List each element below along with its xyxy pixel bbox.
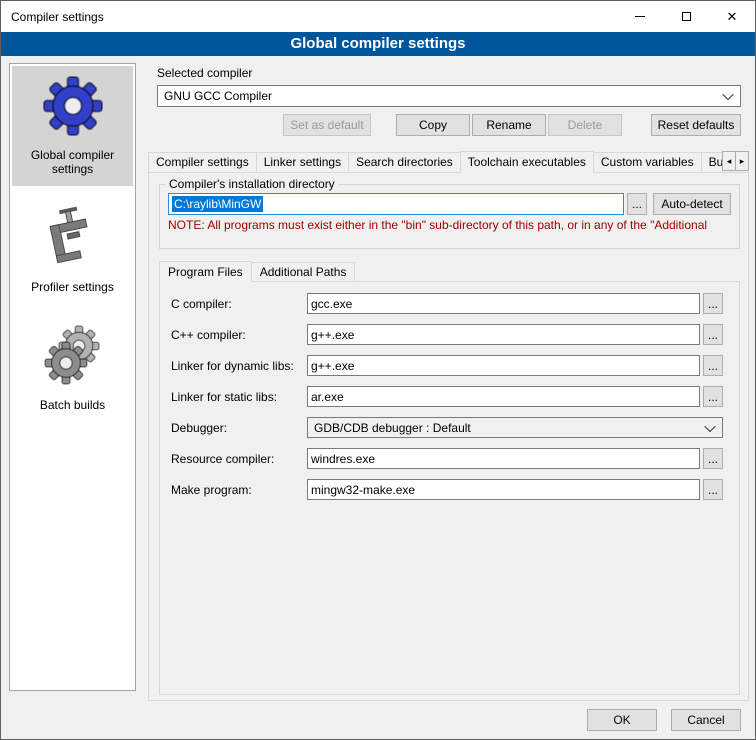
profiler-clamp-icon — [41, 206, 105, 270]
tab-search-directories[interactable]: Search directories — [348, 152, 461, 172]
program-files-tabstrip: Program Files Additional Paths — [159, 260, 355, 281]
field-row-dynamic-linker: Linker for dynamic libs: g++.exe ... — [171, 355, 723, 376]
field-row-static-linker: Linker for static libs: ar.exe ... — [171, 386, 723, 407]
sidebar-item-label: Batch builds — [40, 398, 105, 412]
tab-custom-variables[interactable]: Custom variables — [593, 152, 702, 172]
tab-compiler-settings[interactable]: Compiler settings — [148, 152, 257, 172]
installation-directory-value: C:\raylib\MinGW — [172, 196, 263, 212]
tab-linker-settings[interactable]: Linker settings — [256, 152, 349, 172]
close-button[interactable]: ✕ — [709, 1, 755, 32]
field-value: g++.exe — [311, 359, 354, 373]
browse-make-program-button[interactable]: ... — [703, 479, 723, 500]
field-row-cpp-compiler: C++ compiler: g++.exe ... — [171, 324, 723, 345]
static-linker-input[interactable]: ar.exe — [307, 386, 700, 407]
installation-directory-group: Compiler's installation directory C:\ray… — [159, 177, 740, 249]
field-value: g++.exe — [311, 328, 354, 342]
reset-defaults-button[interactable]: Reset defaults — [651, 114, 741, 136]
field-value: ar.exe — [311, 390, 344, 404]
sidebar-item-batch-builds[interactable]: Batch builds — [12, 316, 133, 422]
selected-compiler-value: GNU GCC Compiler — [164, 89, 718, 103]
resource-compiler-input[interactable]: windres.exe — [307, 448, 700, 469]
sidebar-item-global-compiler-settings[interactable]: Global compiler settings — [12, 66, 133, 186]
compiler-settings-dialog: Compiler settings ✕ Global compiler sett… — [0, 0, 756, 740]
compiler-action-row: Set as default Copy Rename Delete Reset … — [157, 114, 741, 136]
field-row-debugger: Debugger: GDB/CDB debugger : Default — [171, 417, 723, 438]
batch-gears-icon — [41, 324, 105, 388]
make-program-input[interactable]: mingw32-make.exe — [307, 479, 700, 500]
field-label: Debugger: — [171, 421, 307, 435]
dynamic-linker-input[interactable]: g++.exe — [307, 355, 700, 376]
tab-additional-paths[interactable]: Additional Paths — [251, 262, 356, 281]
rename-button[interactable]: Rename — [472, 114, 546, 136]
chevron-down-icon — [722, 89, 733, 100]
window-title: Compiler settings — [11, 10, 104, 24]
installation-directory-group-title: Compiler's installation directory — [166, 177, 338, 191]
titlebar[interactable]: Compiler settings ✕ — [1, 1, 755, 32]
chevron-down-icon — [704, 420, 715, 431]
debugger-dropdown[interactable]: GDB/CDB debugger : Default — [307, 417, 723, 438]
field-label: C++ compiler: — [171, 328, 307, 342]
gear-icon — [41, 74, 105, 138]
sidebar-item-label: Profiler settings — [31, 280, 114, 294]
debugger-value: GDB/CDB debugger : Default — [314, 421, 700, 435]
sidebar-item-label: Global compiler settings — [14, 148, 131, 176]
field-label: Make program: — [171, 483, 307, 497]
browse-c-compiler-button[interactable]: ... — [703, 293, 723, 314]
browse-static-linker-button[interactable]: ... — [703, 386, 723, 407]
copy-button[interactable]: Copy — [396, 114, 470, 136]
field-label: Linker for dynamic libs: — [171, 359, 307, 373]
installation-directory-input[interactable]: C:\raylib\MinGW — [168, 193, 624, 215]
cpp-compiler-input[interactable]: g++.exe — [307, 324, 700, 345]
tab-toolchain-executables[interactable]: Toolchain executables — [460, 151, 594, 173]
browse-resource-compiler-button[interactable]: ... — [703, 448, 723, 469]
set-as-default-button[interactable]: Set as default — [283, 114, 371, 136]
tab-scroll-arrows: ◂ ▸ — [722, 151, 749, 171]
dialog-header: Global compiler settings — [1, 32, 755, 56]
close-icon: ✕ — [727, 10, 738, 23]
minimize-button[interactable] — [617, 1, 663, 32]
tab-program-files[interactable]: Program Files — [159, 261, 252, 282]
tabs-scroll-right-button[interactable]: ▸ — [735, 151, 749, 171]
field-row-make-program: Make program: mingw32-make.exe ... — [171, 479, 723, 500]
field-label: C compiler: — [171, 297, 307, 311]
sidebar-item-profiler-settings[interactable]: Profiler settings — [12, 198, 133, 304]
browse-dynamic-linker-button[interactable]: ... — [703, 355, 723, 376]
ok-button[interactable]: OK — [587, 709, 657, 731]
field-label: Resource compiler: — [171, 452, 307, 466]
selected-compiler-label: Selected compiler — [157, 66, 252, 80]
browse-cpp-compiler-button[interactable]: ... — [703, 324, 723, 345]
installation-directory-row: C:\raylib\MinGW ... Auto-detect — [168, 193, 731, 215]
field-value: windres.exe — [311, 452, 375, 466]
selected-compiler-dropdown[interactable]: GNU GCC Compiler — [157, 85, 741, 107]
field-row-c-compiler: C compiler: gcc.exe ... — [171, 293, 723, 314]
field-value: gcc.exe — [311, 297, 352, 311]
sidebar: Global compiler settings Profiler settin… — [9, 63, 136, 691]
maximize-button[interactable] — [663, 1, 709, 32]
window-controls: ✕ — [617, 1, 755, 32]
minimize-icon — [635, 16, 645, 17]
toolchain-executables-panel: Compiler's installation directory C:\ray… — [148, 172, 749, 701]
browse-directory-button[interactable]: ... — [627, 193, 647, 215]
field-label: Linker for static libs: — [171, 390, 307, 404]
cancel-button[interactable]: Cancel — [671, 709, 741, 731]
autodetect-button[interactable]: Auto-detect — [653, 193, 731, 215]
settings-tabstrip: Compiler settings Linker settings Search… — [148, 150, 749, 172]
note-text: NOTE: All programs must exist either in … — [168, 218, 731, 232]
delete-button[interactable]: Delete — [548, 114, 622, 136]
c-compiler-input[interactable]: gcc.exe — [307, 293, 700, 314]
field-value: mingw32-make.exe — [311, 483, 415, 497]
maximize-icon — [682, 12, 691, 21]
program-files-panel: C compiler: gcc.exe ... C++ compiler: g+… — [159, 281, 740, 695]
tabs-scroll-left-button[interactable]: ◂ — [722, 151, 736, 171]
field-row-resource-compiler: Resource compiler: windres.exe ... — [171, 448, 723, 469]
